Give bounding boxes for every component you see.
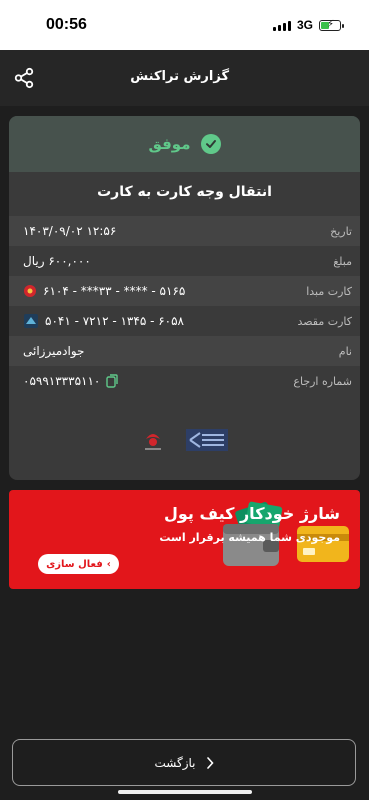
reference-value: ۰۵۹۹۱۳۳۳۵۱۱۰ bbox=[23, 374, 119, 388]
detail-row-destination-card: ۵۰۴۱ - ۷۲۱۲ - ۱۳۴۵ - ۶۰۵۸ کارت مقصد bbox=[9, 306, 360, 336]
battery-charging-icon: ⚡ bbox=[319, 19, 344, 31]
amount-text: ۶۰۰,۰۰۰ ریال bbox=[23, 254, 91, 268]
chevron-left-icon: ‹ bbox=[106, 558, 111, 570]
detail-row-source-card: ۶۱۰۴ - ***۳۳ - **** - ۵۱۶۵ کارت مبدا bbox=[9, 276, 360, 306]
status-header: موفق bbox=[9, 116, 360, 172]
detail-row-date: ۱۴۰۳/۰۹/۰۲ ۱۲:۵۶ تاریخ bbox=[9, 216, 360, 246]
banner-subtitle: موجودی شما همیشه برقرار است bbox=[159, 531, 340, 544]
network-type: 3G bbox=[296, 18, 313, 32]
name-value: جوادمیرزائی bbox=[23, 344, 85, 358]
back-button[interactable]: بازگشت bbox=[12, 739, 356, 786]
destination-card-number: ۵۰۴۱ - ۷۲۱۲ - ۱۳۴۵ - ۶۰۵۸ bbox=[45, 314, 185, 328]
destination-card-label: کارت مقصد bbox=[297, 314, 352, 328]
date-label: تاریخ bbox=[330, 224, 352, 238]
detail-row-name: جوادمیرزائی نام bbox=[9, 336, 360, 366]
bank-emblem-logo bbox=[144, 434, 161, 450]
destination-card-value: ۵۰۴۱ - ۷۲۱۲ - ۱۳۴۵ - ۶۰۵۸ bbox=[23, 313, 184, 329]
name-label: نام bbox=[338, 344, 352, 358]
transaction-details: ۱۴۰۳/۰۹/۰۲ ۱۲:۵۶ تاریخ ۶۰۰,۰۰۰ ریال مبلغ… bbox=[9, 216, 360, 396]
cellular-signal-icon bbox=[272, 19, 291, 31]
banner-title: شارژ خودکار کیف پول bbox=[164, 504, 340, 523]
share-icon[interactable] bbox=[13, 67, 35, 89]
promo-banner[interactable]: $ شارژ خودکار کیف پول موجودی شما همیشه ب… bbox=[9, 490, 360, 589]
check-circle-icon bbox=[200, 134, 221, 154]
activate-button-label: فعال سازی bbox=[46, 558, 103, 570]
partner-logos bbox=[9, 429, 360, 453]
chevron-right-icon bbox=[206, 756, 214, 769]
copy-icon[interactable] bbox=[106, 374, 119, 388]
status-time: 00:56 bbox=[46, 16, 87, 33]
reference-number: ۰۵۹۹۱۳۳۳۵۱۱۰ bbox=[23, 374, 101, 388]
app-bar: گزارش تراکنش bbox=[0, 50, 369, 106]
back-button-label: بازگشت bbox=[154, 755, 196, 770]
amount-value: ۶۰۰,۰۰۰ ریال bbox=[23, 254, 91, 268]
bank-logo-icon bbox=[24, 314, 38, 328]
date-value: ۱۴۰۳/۰۹/۰۲ ۱۲:۵۶ bbox=[23, 224, 117, 238]
home-indicator bbox=[118, 790, 252, 794]
transaction-type-title: انتقال وجه کارت به کارت bbox=[97, 184, 272, 200]
source-card-value: ۶۱۰۴ - ***۳۳ - **** - ۵۱۶۵ bbox=[23, 284, 185, 298]
page-title: گزارش تراکنش bbox=[130, 69, 229, 84]
status-indicators: 3G ⚡ bbox=[272, 18, 344, 32]
detail-row-amount: ۶۰۰,۰۰۰ ریال مبلغ bbox=[9, 246, 360, 276]
payment-network-logo bbox=[185, 429, 228, 451]
bank-logo-icon bbox=[24, 285, 36, 297]
reference-label: شماره ارجاع bbox=[293, 374, 352, 388]
status-label: موفق bbox=[148, 135, 191, 153]
transaction-receipt-card: موفق انتقال وجه کارت به کارت ۱۴۰۳/۰۹/۰۲ … bbox=[9, 116, 360, 480]
source-card-number: ۶۱۰۴ - ***۳۳ - **** - ۵۱۶۵ bbox=[43, 284, 186, 298]
amount-label: مبلغ bbox=[333, 254, 352, 268]
detail-row-reference: ۰۵۹۹۱۳۳۳۵۱۱۰ شماره ارجاع bbox=[9, 366, 360, 396]
source-card-label: کارت مبدا bbox=[306, 284, 352, 298]
activate-button[interactable]: فعال سازی ‹ bbox=[38, 554, 119, 574]
status-bar: 00:56 3G ⚡ bbox=[0, 0, 369, 50]
